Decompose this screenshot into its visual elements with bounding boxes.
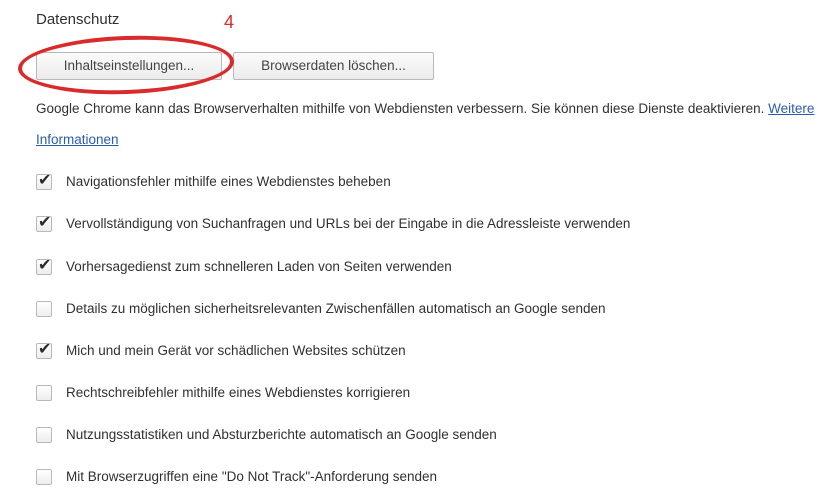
section-title: Datenschutz	[36, 11, 120, 28]
annotation-number: 4	[224, 12, 235, 32]
checkmark-icon: ✔	[38, 214, 52, 231]
clear-browsing-data-button[interactable]: Browserdaten löschen...	[233, 52, 434, 80]
description-text: Google Chrome kann das Browserverhalten …	[36, 101, 765, 116]
checkbox[interactable]: ✔	[36, 257, 52, 275]
option-label: Mich und mein Gerät vor schädlichen Webs…	[66, 343, 406, 358]
option-label: Vervollständigung von Suchanfragen und U…	[66, 216, 631, 231]
option-label: Mit Browserzugriffen eine "Do Not Track"…	[66, 469, 438, 484]
privacy-description: Google Chrome kann das Browserverhalten …	[36, 93, 826, 155]
checkbox[interactable]	[36, 301, 52, 317]
checkbox[interactable]	[36, 469, 52, 485]
checkmark-icon: ✔	[38, 257, 52, 274]
annotation-highlight-ellipse	[17, 32, 235, 98]
checkbox[interactable]: ✔	[36, 214, 52, 232]
option-label: Vorhersagedienst zum schnelleren Laden v…	[66, 259, 452, 274]
checkbox[interactable]	[36, 427, 52, 443]
option-label: Nutzungsstatistiken und Absturzberichte …	[66, 427, 497, 442]
option-label: Navigationsfehler mithilfe eines Webdien…	[66, 174, 391, 189]
checkbox[interactable]: ✔	[36, 341, 52, 359]
checkbox[interactable]: ✔	[36, 172, 52, 190]
checkbox[interactable]	[36, 385, 52, 401]
option-label: Details zu möglichen sicherheitsrelevant…	[66, 301, 606, 316]
checkmark-icon: ✔	[38, 172, 52, 189]
checkmark-icon: ✔	[38, 341, 52, 358]
option-label: Rechtschreibfehler mithilfe eines Webdie…	[66, 385, 411, 400]
